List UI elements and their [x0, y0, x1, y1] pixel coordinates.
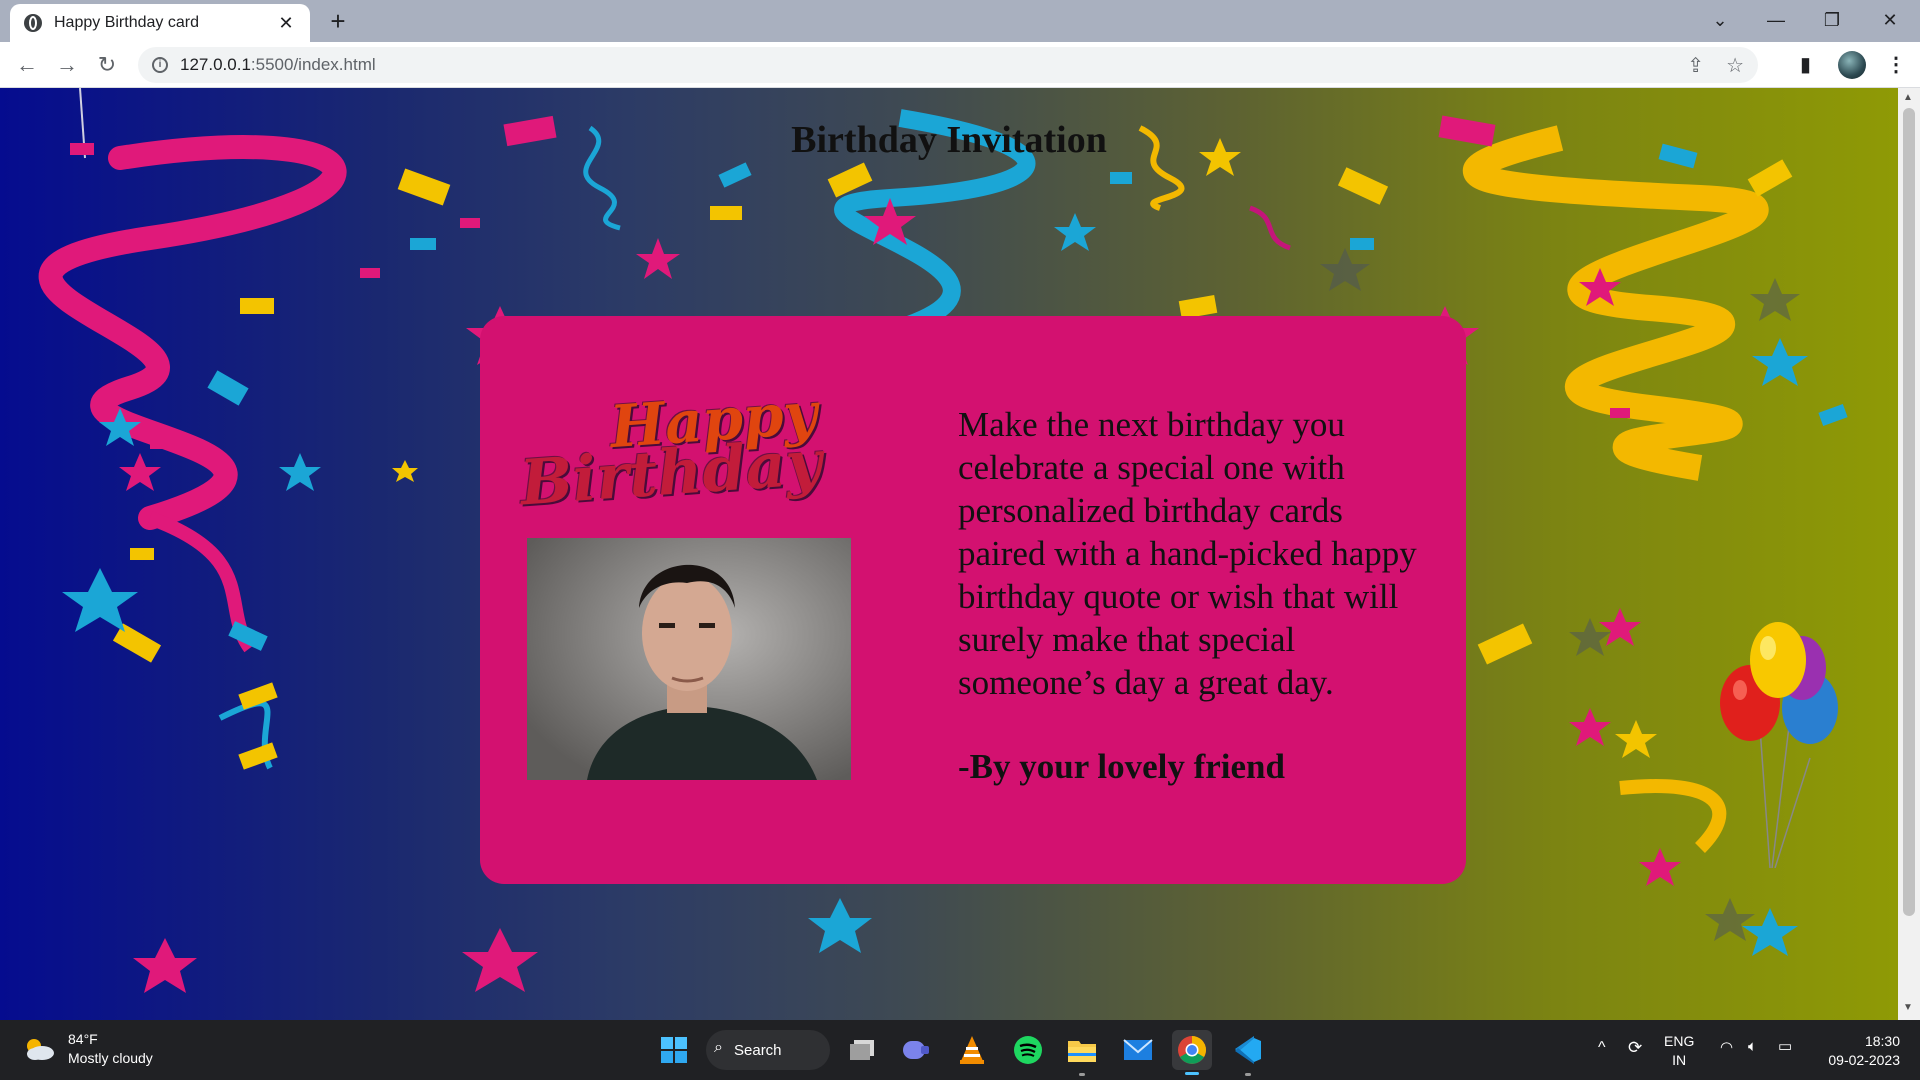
scroll-down-arrow-icon[interactable]: ▼: [1903, 1002, 1913, 1013]
partly-cloudy-icon: [22, 1037, 56, 1061]
wifi-icon[interactable]: ◠: [1720, 1038, 1733, 1057]
search-label: Search: [734, 1041, 782, 1059]
clock-date: 09-02-2023: [1828, 1052, 1900, 1068]
balloons-image: [1720, 622, 1838, 868]
address-bar[interactable]: i 127.0.0.1:5500/index.html ⇪ ☆: [138, 47, 1758, 83]
weather-widget[interactable]: 84°F Mostly cloudy: [22, 1030, 153, 1068]
share-icon[interactable]: ⇪: [1687, 53, 1704, 78]
chrome-icon[interactable]: [1172, 1030, 1212, 1070]
kebab-menu-icon[interactable]: ⋮: [1886, 52, 1906, 77]
mail-icon[interactable]: [1118, 1030, 1158, 1070]
bookmark-star-icon[interactable]: ☆: [1726, 53, 1744, 78]
tab-happy-birthday-card[interactable]: Happy Birthday card ✕: [10, 4, 310, 42]
vertical-scrollbar[interactable]: ▲ ▼: [1898, 88, 1920, 1020]
taskbar: 84°F Mostly cloudy ⌕ Search ^ ⟳ ENG IN ◠…: [0, 1020, 1920, 1080]
forward-arrow-icon[interactable]: →: [52, 50, 82, 80]
tab-search-button[interactable]: ⌄: [1700, 6, 1740, 34]
invitation-message: Make the next birthday you celebrate a s…: [958, 405, 1417, 702]
chevron-up-icon[interactable]: ^: [1598, 1038, 1606, 1057]
scrollbar-thumb[interactable]: [1903, 108, 1915, 916]
vscode-running-indicator: [1245, 1073, 1251, 1076]
vlc-icon[interactable]: [952, 1030, 992, 1070]
page-viewport: Birthday Invitation Happy Birthday Make …: [0, 88, 1898, 1020]
spotify-icon[interactable]: [1008, 1030, 1048, 1070]
restore-button[interactable]: ❐: [1812, 6, 1852, 34]
scroll-up-arrow-icon[interactable]: ▲: [1903, 92, 1913, 103]
close-window-button[interactable]: ✕: [1870, 6, 1910, 34]
battery-icon[interactable]: ▭: [1778, 1037, 1792, 1056]
site-info-icon[interactable]: i: [152, 57, 168, 73]
chrome-active-indicator: [1185, 1072, 1199, 1075]
windows-start-icon[interactable]: [654, 1030, 694, 1070]
language-indicator[interactable]: ENG IN: [1664, 1032, 1694, 1070]
tab-strip: Happy Birthday card ✕ + ⌄ — ❐ ✕: [0, 0, 1920, 42]
signature-text: -By your lovely friend: [958, 747, 1285, 786]
side-panel-icon[interactable]: ▮: [1800, 52, 1811, 77]
weather-temp: 84°F: [68, 1031, 98, 1047]
clock-time: 18:30: [1864, 1033, 1900, 1049]
volume-icon[interactable]: 🔈︎: [1748, 1037, 1757, 1056]
tab-close-icon[interactable]: ✕: [276, 13, 296, 34]
sync-icon[interactable]: ⟳: [1628, 1038, 1642, 1057]
clock[interactable]: 18:30 09-02-2023: [1812, 1032, 1900, 1070]
reload-icon[interactable]: ↻: [92, 50, 122, 80]
vscode-icon[interactable]: [1228, 1030, 1268, 1070]
profile-avatar[interactable]: [1838, 51, 1866, 79]
teams-icon[interactable]: [896, 1030, 936, 1070]
birthday-card: Happy Birthday Make the next birthday yo…: [480, 316, 1466, 884]
explorer-running-indicator: [1079, 1073, 1085, 1076]
weather-description: Mostly cloudy: [68, 1050, 153, 1066]
portrait-photo: [527, 538, 851, 780]
file-explorer-icon[interactable]: [1062, 1030, 1102, 1070]
new-tab-button[interactable]: +: [322, 6, 354, 38]
minimize-button[interactable]: —: [1756, 6, 1796, 34]
task-view-icon[interactable]: [842, 1030, 882, 1070]
taskbar-search-button[interactable]: ⌕ Search: [706, 1030, 830, 1070]
happy-birthday-logo: Happy Birthday: [518, 379, 840, 520]
url-text[interactable]: 127.0.0.1:5500/index.html: [180, 55, 376, 75]
globe-icon: [24, 14, 42, 32]
back-arrow-icon[interactable]: ←: [12, 50, 42, 80]
search-icon: ⌕: [714, 1039, 723, 1056]
tab-title: Happy Birthday card: [54, 14, 199, 31]
browser-toolbar: ← → ↻ i 127.0.0.1:5500/index.html ⇪ ☆ ▮ …: [0, 42, 1920, 88]
page-title: Birthday Invitation: [791, 119, 1107, 161]
greeting-line-2: Birthday: [517, 425, 825, 520]
